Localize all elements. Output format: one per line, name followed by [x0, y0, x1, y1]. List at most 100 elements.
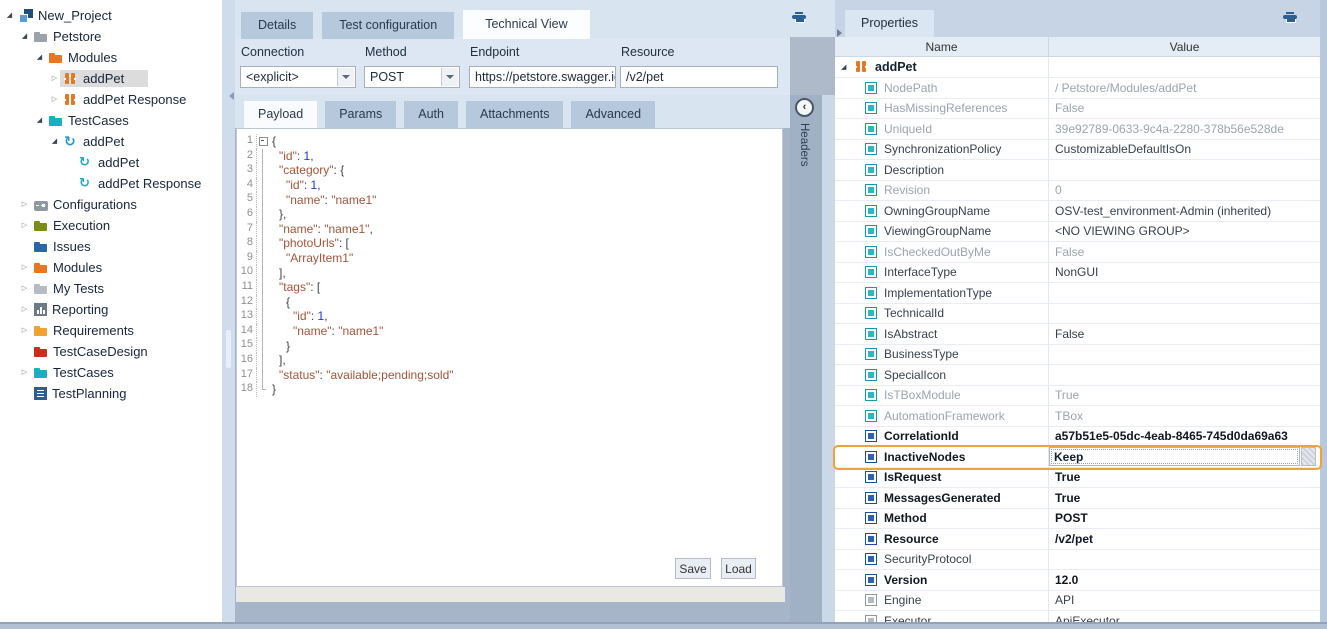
tab-auth[interactable]: Auth	[404, 101, 458, 128]
expander-icon[interactable]	[19, 367, 30, 378]
method-select[interactable]: POST	[364, 66, 460, 88]
tab-technical-view[interactable]: Technical View	[463, 10, 589, 39]
property-row-automationframework[interactable]: AutomationFrameworkTBox	[835, 406, 1320, 427]
tab-details[interactable]: Details	[241, 12, 313, 39]
chevron-down-icon[interactable]	[337, 68, 354, 86]
printer-icon[interactable]	[1283, 15, 1297, 19]
property-name: SpecialIcon	[884, 368, 946, 382]
tree-item-requirements[interactable]: Requirements	[0, 320, 222, 341]
expander-icon[interactable]	[19, 283, 30, 294]
property-row-istboxmodule[interactable]: IsTBoxModuleTrue	[835, 386, 1320, 407]
property-row-owninggroupname[interactable]: OwningGroupNameOSV-test_environment-Admi…	[835, 201, 1320, 222]
expander-icon[interactable]	[19, 304, 30, 315]
payload-editor[interactable]: 1{2"id": 1,3"category": {4"id": 1,5"name…	[236, 128, 783, 587]
property-row-version[interactable]: Version12.0	[835, 570, 1320, 591]
tree-item-new-project[interactable]: New_Project	[0, 5, 222, 26]
tree-item-addpet[interactable]: addPet	[0, 68, 222, 89]
tab-params[interactable]: Params	[325, 101, 396, 128]
expander-icon[interactable]	[19, 31, 30, 42]
property-row-implementationtype[interactable]: ImplementationType	[835, 283, 1320, 304]
tab-attachments[interactable]: Attachments	[466, 101, 563, 128]
load-button[interactable]: Load	[721, 558, 756, 579]
property-row-ischeckedoutbyme[interactable]: IsCheckedOutByMeFalse	[835, 242, 1320, 263]
tree-item-addpet[interactable]: addPet	[0, 131, 222, 152]
tab-properties[interactable]: Properties	[845, 10, 934, 37]
tree-item-modules[interactable]: Modules	[0, 47, 222, 68]
property-row-method[interactable]: MethodPOST	[835, 509, 1320, 530]
property-row-isrequest[interactable]: IsRequestTrue	[835, 468, 1320, 489]
tab-payload[interactable]: Payload	[244, 101, 317, 128]
printer-icon[interactable]	[792, 15, 806, 19]
property-row-description[interactable]: Description	[835, 160, 1320, 181]
tree-item-reporting[interactable]: Reporting	[0, 299, 222, 320]
property-row-engine[interactable]: EngineAPI	[835, 591, 1320, 612]
property-row-uniqueid[interactable]: UniqueId39e92789-0633-9c4a-2280-378b56e5…	[835, 119, 1320, 140]
property-row-messagesgenerated[interactable]: MessagesGeneratedTrue	[835, 488, 1320, 509]
expand-headers-button[interactable]: ‹	[795, 98, 814, 117]
expander-icon[interactable]	[34, 52, 45, 63]
tree-item-configurations[interactable]: Configurations	[0, 194, 222, 215]
tree-item-issues[interactable]: Issues	[0, 236, 222, 257]
property-row-hasmissingreferences[interactable]: HasMissingReferencesFalse	[835, 99, 1320, 120]
tree-item-testcases[interactable]: TestCases	[0, 362, 222, 383]
property-row-resource[interactable]: Resource/v2/pet	[835, 529, 1320, 550]
property-row-synchronizationpolicy[interactable]: SynchronizationPolicyCustomizableDefault…	[835, 140, 1320, 161]
expander-icon[interactable]	[19, 262, 30, 273]
expander-icon[interactable]	[19, 199, 30, 210]
chevron-down-icon[interactable]	[441, 68, 458, 86]
property-row-correlationid[interactable]: CorrelationIda57b51e5-05dc-4eab-8465-745…	[835, 427, 1320, 448]
tree-item-testcasedesign[interactable]: TestCaseDesign	[0, 341, 222, 362]
expander-icon[interactable]	[34, 115, 45, 126]
value-column-header[interactable]: Value	[1048, 37, 1320, 57]
property-row-inactivenodes[interactable]: InactiveNodes	[835, 447, 1320, 468]
tab-test-configuration[interactable]: Test configuration	[322, 12, 454, 39]
tree-item-testplanning[interactable]: TestPlanning	[0, 383, 222, 404]
expander-icon[interactable]	[49, 73, 60, 84]
tree-item-addpet-response[interactable]: addPet Response	[0, 173, 222, 194]
collapse-left-icon[interactable]	[225, 92, 234, 100]
save-button[interactable]: Save	[675, 558, 711, 579]
ellipsis-button[interactable]	[1301, 447, 1316, 466]
name-column-header[interactable]: Name	[835, 37, 1048, 57]
property-row-nodepath[interactable]: NodePath/ Petstore/Modules/addPet	[835, 78, 1320, 99]
tree-item-execution[interactable]: Execution	[0, 215, 222, 236]
property-row-isabstract[interactable]: IsAbstractFalse	[835, 324, 1320, 345]
properties-splitter[interactable]	[822, 95, 835, 622]
splitter-handle[interactable]	[226, 330, 231, 368]
tree-item-testcases[interactable]: TestCases	[0, 110, 222, 131]
expander-icon[interactable]	[19, 325, 30, 336]
connection-select[interactable]: <explicit>	[240, 66, 356, 88]
expander-icon[interactable]	[841, 63, 851, 71]
tab-advanced[interactable]: Advanced	[571, 101, 655, 128]
editor-hscrollbar[interactable]	[236, 587, 785, 602]
tree-splitter[interactable]	[222, 0, 235, 622]
tree-item-petstore[interactable]: Petstore	[0, 26, 222, 47]
expander-icon[interactable]	[19, 220, 30, 231]
fold-toggle-icon[interactable]	[257, 134, 270, 149]
method-value: POST	[370, 70, 404, 84]
token: : {	[334, 163, 345, 177]
property-row-viewinggroupname[interactable]: ViewingGroupName<NO VIEWING GROUP>	[835, 222, 1320, 243]
property-row-interfacetype[interactable]: InterfaceTypeNonGUI	[835, 263, 1320, 284]
expander-icon[interactable]	[49, 136, 60, 147]
resource-input[interactable]: /v2/pet	[620, 66, 778, 88]
property-row-technicalid[interactable]: TechnicalId	[835, 304, 1320, 325]
line-number: 11	[237, 280, 257, 295]
collapse-right-icon[interactable]	[837, 29, 846, 37]
property-row-revision[interactable]: Revision0	[835, 181, 1320, 202]
property-row-specialicon[interactable]: SpecialIcon	[835, 365, 1320, 386]
tree-item-modules[interactable]: Modules	[0, 257, 222, 278]
expander-icon[interactable]	[4, 10, 15, 21]
headers-panel-tab[interactable]: ‹ Headers	[790, 95, 822, 622]
property-row-securityprotocol[interactable]: SecurityProtocol	[835, 550, 1320, 571]
properties-header-row: Name Value	[835, 37, 1320, 57]
property-value-input[interactable]	[1049, 447, 1300, 466]
endpoint-input[interactable]: https://petstore.swagger.io	[469, 66, 616, 88]
tree-item-addpet-response[interactable]: addPet Response	[0, 89, 222, 110]
expander-icon[interactable]	[49, 94, 60, 105]
tree-item-my-tests[interactable]: My Tests	[0, 278, 222, 299]
property-root-row[interactable]: addPet	[835, 57, 1320, 78]
property-row-businesstype[interactable]: BusinessType	[835, 345, 1320, 366]
headers-tab-label[interactable]: Headers	[798, 123, 810, 166]
tree-item-addpet[interactable]: addPet	[0, 152, 222, 173]
